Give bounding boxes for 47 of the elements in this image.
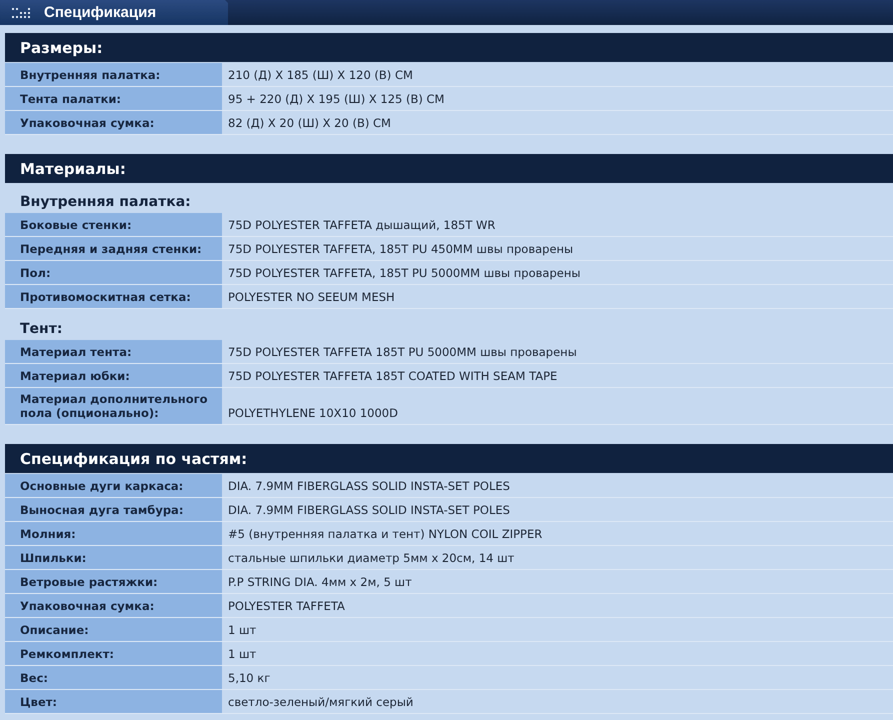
spec-value: P.P STRING DIA. 4мм x 2м, 5 шт (228, 575, 412, 589)
section-header: Размеры: (5, 33, 893, 62)
spec-label: Тента палатки: (5, 87, 222, 110)
spec-value: 75D POLYESTER TAFFETA 185T PU 5000MM швы проварены (228, 345, 577, 359)
spec-label: Описание: (5, 618, 222, 641)
page-title: Спецификация (44, 4, 156, 21)
spec-value: 5,10 кг (228, 671, 270, 685)
spec-label: Упаковочная сумка: (5, 111, 222, 134)
spec-label: Передняя и задняя стенки: (5, 237, 222, 260)
spec-label: Ремкомплект: (5, 642, 222, 665)
spec-label: Молния: (5, 522, 222, 545)
spec-label: Выносная дуга тамбура: (5, 498, 222, 521)
spec-value: #5 (внутренняя палатка и тент) NYLON COIL ZIPPER (228, 527, 542, 541)
spec-label: Основные дуги каркаса: (5, 474, 222, 497)
spec-value: 75D POLYESTER TAFFETA 185T COATED WITH SEAM TAPE (228, 369, 558, 383)
spec-value: POLYESTER NO SEEUM MESH (228, 290, 395, 304)
spec-value: стальные шпильки диаметр 5мм x 20см, 14 шт (228, 551, 514, 565)
spec-value: 95 + 220 (Д) X 195 (Ш) X 125 (В) СМ (228, 92, 444, 106)
spec-value: POLYETHYLENE 10X10 1000D (228, 406, 398, 420)
spec-value: 75D POLYESTER TAFFETA, 185T PU 450MM швы проварены (228, 242, 574, 256)
subsection-title: Тент: (19, 320, 64, 339)
spec-value: 1 шт (228, 647, 256, 661)
spec-value: 1 шт (228, 623, 256, 637)
spec-value: 75D POLYESTER TAFFETA, 185T PU 5000MM швы проварены (228, 266, 580, 280)
section-header: Материалы: (5, 154, 893, 183)
spec-label: Внутренняя палатка: (5, 63, 222, 86)
section-header: Спецификация по частям: (5, 444, 893, 473)
spec-value: 210 (Д) X 185 (Ш) X 120 (В) СМ (228, 68, 413, 82)
spec-value: POLYESTER TAFFETA (228, 599, 345, 613)
spec-label: Упаковочная сумка: (5, 594, 222, 617)
spec-value: DIA. 7.9MM FIBERGLASS SOLID INSTA-SET POLES (228, 479, 510, 493)
spec-label: Шпильки: (5, 546, 222, 569)
spec-label: Противомоскитная сетка: (5, 285, 222, 308)
spec-label: Ветровые растяжки: (5, 570, 222, 593)
spec-value: 75D POLYESTER TAFFETA дышащий, 185T WR (228, 218, 496, 232)
spec-label: Цвет: (5, 690, 222, 713)
spec-label: Боковые стенки: (5, 213, 222, 236)
spec-label: Материал дополнительного пола (опционально): (5, 388, 222, 424)
spec-label: Пол: (5, 261, 222, 284)
spec-value: 82 (Д) X 20 (Ш) X 20 (В) СМ (228, 116, 391, 130)
subsection-title: Внутренняя палатка: (19, 193, 192, 212)
spec-label: Вес: (5, 666, 222, 689)
spec-value: светло-зеленый/мягкий серый (228, 695, 414, 709)
spec-value: DIA. 7.9MM FIBERGLASS SOLID INSTA-SET POLES (228, 503, 510, 517)
spec-label: Материал тента: (5, 340, 222, 363)
spec-label: Материал юбки: (5, 364, 222, 387)
dots-icon (12, 6, 30, 20)
